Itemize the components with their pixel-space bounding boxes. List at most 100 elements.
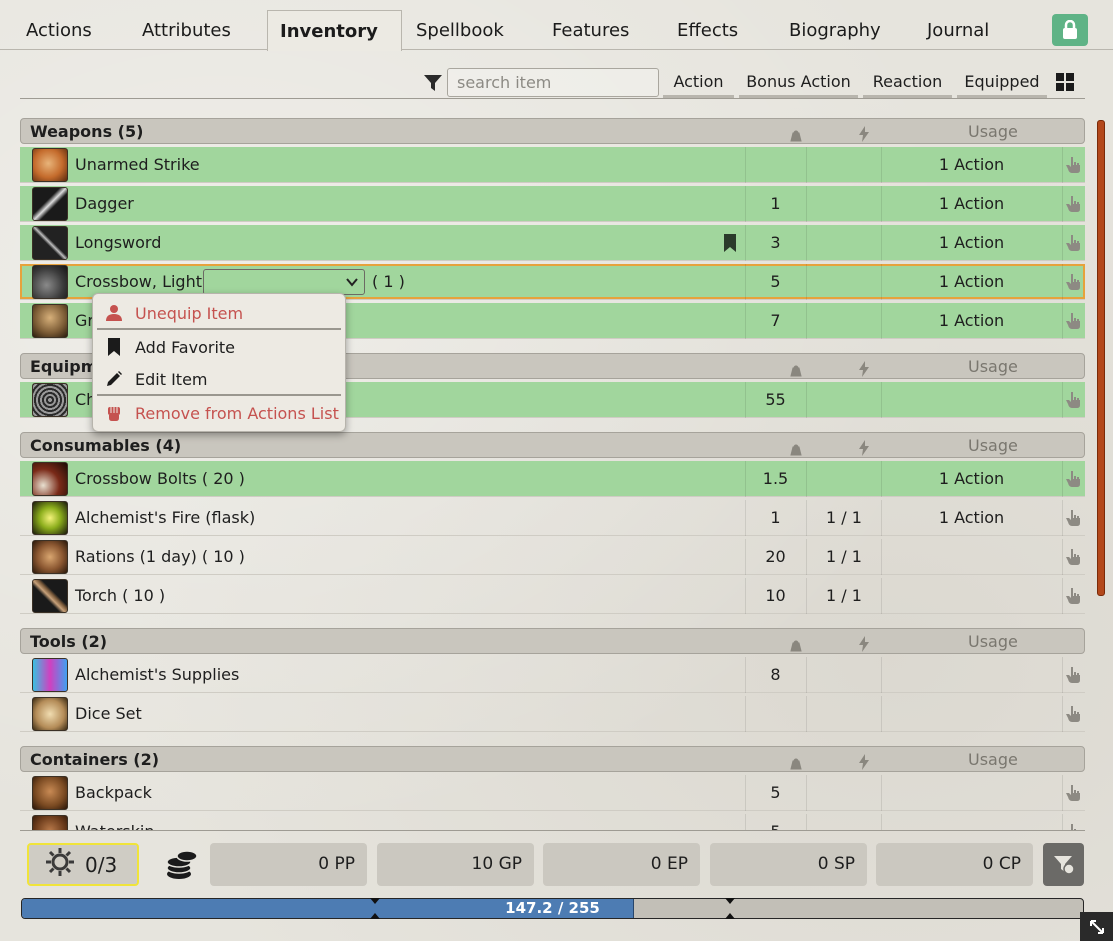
item-usage[interactable]: 1 Action xyxy=(881,303,1061,339)
currency-gp[interactable]: 10 GP xyxy=(377,843,534,886)
charges-column-icon xyxy=(859,634,869,659)
use-hand-icon[interactable] xyxy=(1062,264,1084,300)
tab-effects[interactable]: Effects xyxy=(665,12,750,50)
weight-column-icon xyxy=(789,634,803,659)
currency-pp[interactable]: 0 PP xyxy=(210,843,367,886)
menu-remove-from-actions[interactable]: Remove from Actions List xyxy=(93,398,345,428)
item-name[interactable]: Backpack xyxy=(75,775,152,811)
item-row-torch[interactable]: Torch ( 10 ) 10 1 / 1 xyxy=(20,578,1085,614)
item-usage[interactable]: 1 Action xyxy=(881,461,1061,497)
item-row-backpack[interactable]: Backpack 5 xyxy=(20,775,1085,811)
menu-edit-item[interactable]: Edit Item xyxy=(93,364,345,394)
item-usage[interactable] xyxy=(881,814,1061,830)
inventory-list[interactable]: Weapons (5) Usage Unarmed Strike 1 Actio… xyxy=(20,118,1085,830)
item-row-dagger[interactable]: Dagger 1 1 Action xyxy=(20,186,1085,222)
item-name[interactable]: Unarmed Strike xyxy=(75,147,200,183)
item-name[interactable]: Dice Set xyxy=(75,696,142,732)
item-row-dice-set[interactable]: Dice Set xyxy=(20,696,1085,732)
item-weight: 3 xyxy=(745,225,805,261)
item-charges xyxy=(806,657,881,693)
item-usage[interactable]: 1 Action xyxy=(881,225,1061,261)
currency-ep[interactable]: 0 EP xyxy=(543,843,700,886)
use-hand-icon[interactable] xyxy=(1062,147,1084,183)
inspiration-counter[interactable]: 0/3 xyxy=(27,843,139,886)
item-usage[interactable]: 1 Action xyxy=(881,186,1061,222)
use-hand-icon[interactable] xyxy=(1062,578,1084,614)
grid-view-icon[interactable] xyxy=(1056,73,1074,91)
item-usage[interactable] xyxy=(881,696,1061,732)
currency-cp[interactable]: 0 CP xyxy=(876,843,1033,886)
item-name[interactable]: Crossbow Bolts ( 20 ) xyxy=(75,461,245,497)
fist-icon xyxy=(93,404,135,422)
charges-column-icon xyxy=(859,124,869,149)
encumbrance-marker xyxy=(370,898,380,904)
user-icon xyxy=(93,304,135,322)
resize-icon xyxy=(1089,919,1104,934)
use-hand-icon[interactable] xyxy=(1062,186,1084,222)
item-usage[interactable]: 1 Action xyxy=(881,147,1061,183)
filter-reaction[interactable]: Reaction xyxy=(863,70,952,98)
item-row-alchemists-fire[interactable]: Alchemist's Fire (flask) 1 1 / 1 1 Actio… xyxy=(20,500,1085,536)
weight-column-icon xyxy=(789,124,803,149)
usage-column-header: Usage xyxy=(968,357,1018,376)
filter-action[interactable]: Action xyxy=(663,70,734,98)
use-hand-icon[interactable] xyxy=(1062,303,1084,339)
item-name[interactable]: Dagger xyxy=(75,186,134,222)
search-input[interactable] xyxy=(447,68,659,97)
use-hand-icon[interactable] xyxy=(1062,539,1084,575)
currency-filter-button[interactable] xyxy=(1043,843,1084,886)
use-hand-icon[interactable] xyxy=(1062,500,1084,536)
filter-equipped[interactable]: Equipped xyxy=(957,70,1047,98)
item-weight: 55 xyxy=(745,382,805,418)
item-usage[interactable]: 1 Action xyxy=(881,500,1061,536)
item-name[interactable]: Waterskin xyxy=(75,814,154,830)
item-name[interactable]: Rations (1 day) ( 10 ) xyxy=(75,539,245,575)
bolt-icon xyxy=(32,462,68,496)
item-usage[interactable] xyxy=(881,539,1061,575)
use-hand-icon[interactable] xyxy=(1062,814,1084,830)
use-hand-icon[interactable] xyxy=(1062,382,1084,418)
use-hand-icon[interactable] xyxy=(1062,461,1084,497)
item-usage[interactable] xyxy=(881,382,1061,418)
tab-features[interactable]: Features xyxy=(540,12,641,50)
tab-spellbook[interactable]: Spellbook xyxy=(404,12,516,50)
item-usage[interactable]: 1 Action xyxy=(881,264,1061,300)
scrollbar[interactable] xyxy=(1097,120,1105,596)
item-row-longsword[interactable]: Longsword 3 1 Action xyxy=(20,225,1085,261)
use-hand-icon[interactable] xyxy=(1062,657,1084,693)
item-name[interactable]: Longsword xyxy=(75,225,161,261)
item-row-unarmed-strike[interactable]: Unarmed Strike 1 Action xyxy=(20,147,1085,183)
item-row-waterskin[interactable]: Waterskin 5 xyxy=(20,814,1085,830)
item-usage[interactable] xyxy=(881,578,1061,614)
tab-inventory[interactable]: Inventory xyxy=(267,10,402,51)
use-hand-icon[interactable] xyxy=(1062,775,1084,811)
filter-icon[interactable] xyxy=(422,72,444,94)
item-name[interactable]: Alchemist's Fire (flask) xyxy=(75,500,255,536)
item-row-crossbow-bolts[interactable]: Crossbow Bolts ( 20 ) 1.5 1 Action xyxy=(20,461,1085,497)
rations-icon xyxy=(32,540,68,574)
lock-button[interactable] xyxy=(1052,14,1088,46)
item-name[interactable]: Torch ( 10 ) xyxy=(75,578,165,614)
ammo-select[interactable] xyxy=(203,269,365,295)
resize-handle[interactable] xyxy=(1080,912,1113,941)
use-hand-icon[interactable] xyxy=(1062,225,1084,261)
menu-divider xyxy=(97,328,341,330)
currency-sp[interactable]: 0 SP xyxy=(710,843,867,886)
item-charges xyxy=(806,303,881,339)
item-usage[interactable] xyxy=(881,657,1061,693)
filter-bonus-action[interactable]: Bonus Action xyxy=(739,70,858,98)
item-charges xyxy=(806,775,881,811)
item-weight: 1 xyxy=(745,186,805,222)
item-name[interactable]: Alchemist's Supplies xyxy=(75,657,239,693)
tab-journal[interactable]: Journal xyxy=(915,12,1001,50)
tab-biography[interactable]: Biography xyxy=(777,12,893,50)
menu-add-favorite[interactable]: Add Favorite xyxy=(93,332,345,362)
item-charges xyxy=(806,382,881,418)
item-row-alchemists-supplies[interactable]: Alchemist's Supplies 8 xyxy=(20,657,1085,693)
item-row-rations[interactable]: Rations (1 day) ( 10 ) 20 1 / 1 xyxy=(20,539,1085,575)
use-hand-icon[interactable] xyxy=(1062,696,1084,732)
menu-unequip-item[interactable]: Unequip Item xyxy=(93,298,345,328)
item-usage[interactable] xyxy=(881,775,1061,811)
tab-attributes[interactable]: Attributes xyxy=(130,12,243,50)
tab-actions[interactable]: Actions xyxy=(14,12,104,50)
